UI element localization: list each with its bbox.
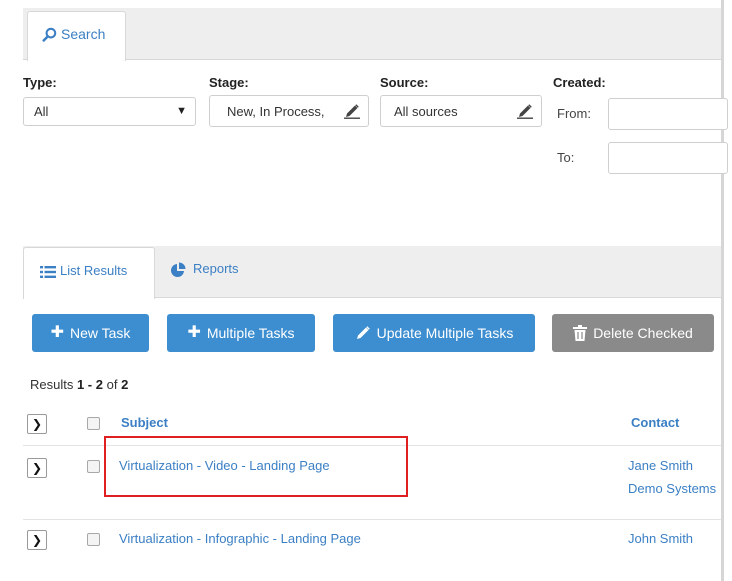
type-label: Type: <box>23 75 57 90</box>
list-icon <box>40 266 56 278</box>
pie-chart-icon <box>171 262 186 277</box>
column-header-contact[interactable]: Contact <box>631 415 679 430</box>
stage-label: Stage: <box>209 75 249 90</box>
source-field-value: All sources <box>394 104 458 119</box>
delete-checked-button[interactable]: Delete Checked <box>552 314 714 352</box>
plus-icon: ✚ <box>50 324 64 341</box>
pencil-icon <box>517 104 533 119</box>
chevron-right-icon: ❯ <box>31 417 43 431</box>
created-from-input[interactable] <box>608 98 728 130</box>
row-checkbox[interactable] <box>87 533 100 546</box>
column-header-subject[interactable]: Subject <box>121 415 168 430</box>
trash-icon <box>573 325 588 341</box>
delete-checked-button-label: Delete Checked <box>593 325 693 341</box>
page-right-border <box>721 0 724 581</box>
type-select[interactable]: All ▼ <box>23 97 196 126</box>
type-select-value: All <box>34 104 49 119</box>
source-label: Source: <box>380 75 429 90</box>
update-multiple-tasks-button-label: Update Multiple Tasks <box>376 325 514 341</box>
chevron-right-icon: ❯ <box>31 533 43 547</box>
caret-down-icon: ▼ <box>176 105 187 117</box>
new-task-button[interactable]: ✚ New Task <box>32 314 149 352</box>
new-task-button-label: New Task <box>69 325 131 341</box>
search-icon <box>42 27 57 42</box>
tab-list-results-label: List Results <box>60 263 128 278</box>
row-expand-button[interactable]: ❯ <box>27 458 47 478</box>
expand-all-button[interactable]: ❯ <box>27 414 47 434</box>
results-count-prefix: Results <box>30 377 77 392</box>
multiple-tasks-button-label: Multiple Tasks <box>206 325 295 341</box>
chevron-right-icon: ❯ <box>31 461 43 475</box>
row-contact-link[interactable]: Jane Smith <box>628 458 693 473</box>
plus-icon: ✚ <box>187 324 201 341</box>
pencil-icon <box>356 326 370 339</box>
update-multiple-tasks-button[interactable]: Update Multiple Tasks <box>333 314 535 352</box>
from-label: From: <box>557 106 591 121</box>
select-all-checkbox[interactable] <box>87 417 100 430</box>
source-field[interactable]: All sources <box>380 95 542 127</box>
stage-field[interactable]: New, In Process, <box>209 95 369 127</box>
row-expand-button[interactable]: ❯ <box>27 530 47 550</box>
created-label: Created: <box>553 75 606 90</box>
stage-field-value: New, In Process, <box>227 104 325 119</box>
row-subject-link[interactable]: Virtualization - Infographic - Landing P… <box>119 531 361 546</box>
task-search-page: Search Type: All ▼ Stage: New, In Proces… <box>0 0 732 581</box>
results-count-range: 1 - 2 <box>76 377 103 392</box>
row-company-link[interactable]: Demo Systems <box>628 481 716 496</box>
tab-search[interactable]: Search <box>27 11 126 61</box>
tab-search-label: Search <box>61 26 106 42</box>
created-to-input[interactable] <box>608 142 728 174</box>
row-checkbox[interactable] <box>87 460 100 473</box>
tab-reports-label: Reports <box>193 261 239 276</box>
pencil-icon <box>344 104 360 119</box>
search-tab-strip <box>23 8 721 60</box>
results-count-of: of <box>102 377 122 392</box>
results-count-total: 2 <box>121 377 129 392</box>
tab-list-results[interactable]: List Results <box>23 247 155 299</box>
row-divider <box>23 519 721 520</box>
row-contact-link[interactable]: John Smith <box>628 531 693 546</box>
results-count: Results 1 - 2 of 2 <box>30 377 128 392</box>
highlight-box <box>104 436 408 497</box>
to-label: To: <box>557 150 575 165</box>
multiple-tasks-button[interactable]: ✚ Multiple Tasks <box>167 314 315 352</box>
